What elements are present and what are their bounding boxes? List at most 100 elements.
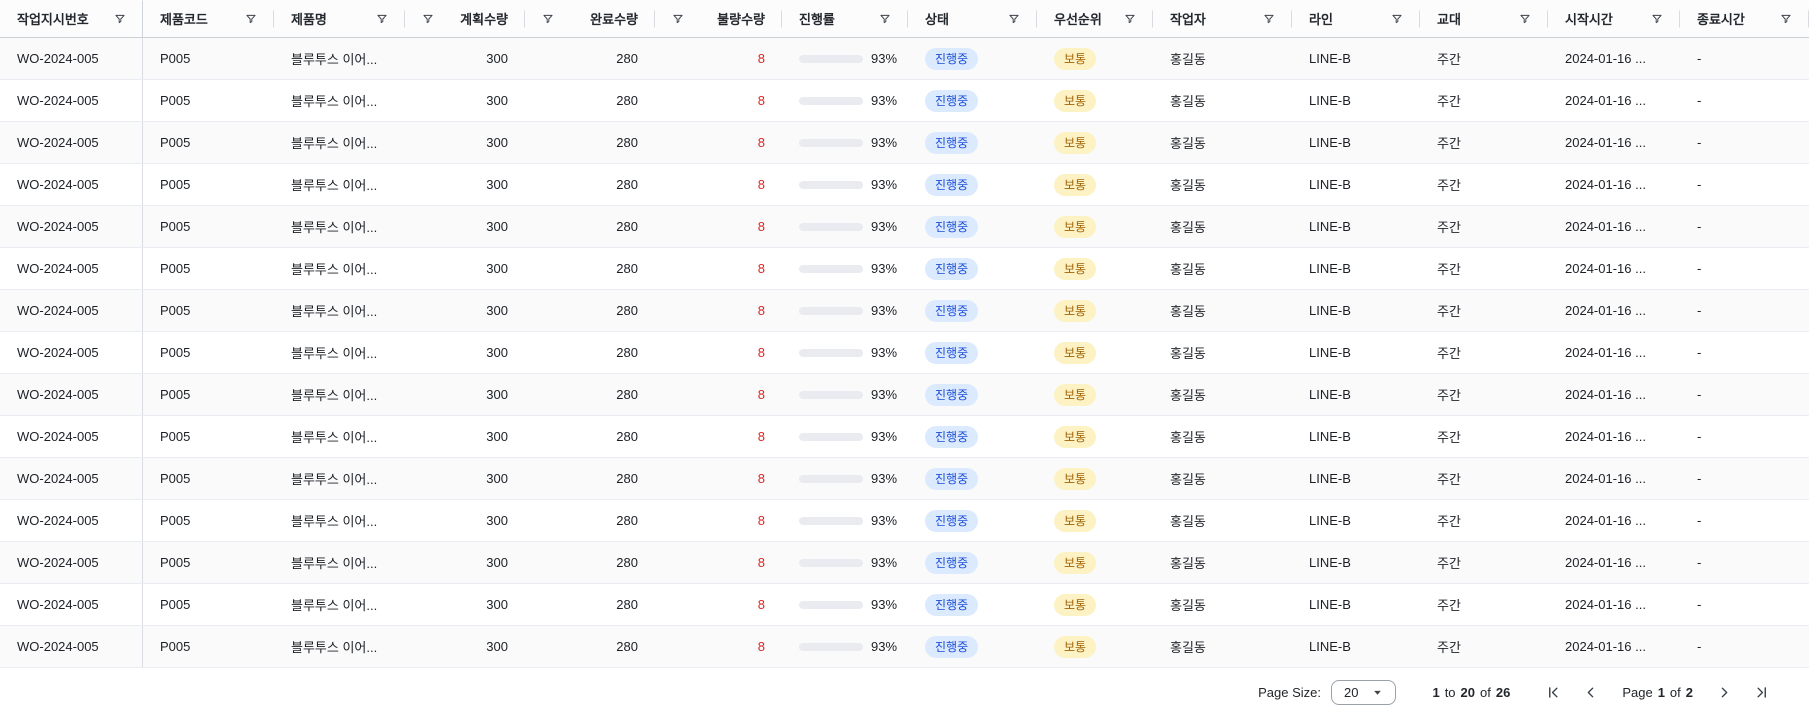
cell-value: 280 — [616, 51, 638, 66]
cell-start-time: 2024-01-16 ... — [1548, 500, 1680, 541]
cell-completed-qty: 280 — [525, 458, 655, 499]
table-row[interactable]: WO-2024-005 P005 블루투스 이어... 300 280 8 93% 진행중 보통… — [0, 416, 1809, 458]
cell-shift: 주간 — [1420, 206, 1548, 247]
cell-value: P005 — [160, 513, 191, 528]
cell-start-time: 2024-01-16 ... — [1548, 38, 1680, 79]
funnel-icon[interactable] — [376, 13, 388, 25]
cell-value: 300 — [486, 471, 508, 486]
cell-value: 주간 — [1437, 514, 1461, 529]
funnel-icon[interactable] — [114, 13, 126, 25]
cell-value: P005 — [160, 261, 191, 276]
table-row[interactable]: WO-2024-005 P005 블루투스 이어... 300 280 8 93% 진행중 보통… — [0, 248, 1809, 290]
page-size-select[interactable]: 20 — [1330, 679, 1397, 705]
cell-value: 주간 — [1437, 640, 1461, 655]
cell-value: 8 — [757, 513, 765, 528]
cell-line: LINE-B — [1292, 80, 1420, 121]
priority-badge: 보통 — [1054, 47, 1097, 70]
funnel-icon[interactable] — [1008, 13, 1020, 25]
progress-cell: 93% — [799, 261, 897, 276]
column-header-label: 완료수량 — [590, 12, 638, 27]
cell-value: 홍길동 — [1170, 640, 1206, 655]
cell-status: 진행중 — [908, 500, 1037, 541]
cell-worker: 홍길동 — [1153, 122, 1292, 163]
cell-value: 280 — [616, 303, 638, 318]
column-header-status[interactable]: 상태 — [908, 0, 1037, 37]
cell-value: WO-2024-005 — [17, 345, 99, 360]
last-page-button[interactable] — [1754, 685, 1769, 700]
table-row[interactable]: WO-2024-005 P005 블루투스 이어... 300 280 8 93% 진행중 보통… — [0, 122, 1809, 164]
column-header-end-time[interactable]: 종료시간 — [1680, 0, 1809, 37]
column-header-shift[interactable]: 교대 — [1420, 0, 1548, 37]
priority-badge: 보통 — [1054, 635, 1097, 658]
column-header-product-name[interactable]: 제품명 — [274, 0, 405, 37]
funnel-icon[interactable] — [879, 13, 891, 25]
cell-product-code: P005 — [143, 458, 274, 499]
cell-defect-qty: 8 — [655, 458, 782, 499]
cell-product-name: 블루투스 이어... — [274, 332, 405, 373]
cell-end-time: - — [1680, 38, 1809, 79]
next-page-button[interactable] — [1717, 685, 1732, 700]
cell-shift: 주간 — [1420, 542, 1548, 583]
table-row[interactable]: WO-2024-005 P005 블루투스 이어... 300 280 8 93% 진행중 보통… — [0, 290, 1809, 332]
funnel-icon[interactable] — [1391, 13, 1403, 25]
cell-value: 8 — [757, 93, 765, 108]
progress-cell: 93% — [799, 513, 897, 528]
funnel-icon[interactable] — [1519, 13, 1531, 25]
progress-bar — [799, 264, 863, 273]
first-page-button[interactable] — [1546, 685, 1561, 700]
funnel-icon[interactable] — [1651, 13, 1663, 25]
funnel-icon[interactable] — [672, 13, 684, 25]
table-row[interactable]: WO-2024-005 P005 블루투스 이어... 300 280 8 93% 진행중 보통… — [0, 206, 1809, 248]
progress-bar — [799, 516, 863, 525]
column-header-priority[interactable]: 우선순위 — [1037, 0, 1153, 37]
cell-planned-qty: 300 — [405, 164, 525, 205]
cell-product-name: 블루투스 이어... — [274, 374, 405, 415]
cell-value: P005 — [160, 429, 191, 444]
table-row[interactable]: WO-2024-005 P005 블루투스 이어... 300 280 8 93% 진행중 보통… — [0, 458, 1809, 500]
cell-value: WO-2024-005 — [17, 261, 99, 276]
cell-completed-qty: 280 — [525, 290, 655, 331]
cell-progress: 93% — [782, 164, 908, 205]
cell-line: LINE-B — [1292, 290, 1420, 331]
cell-completed-qty: 280 — [525, 206, 655, 247]
funnel-icon[interactable] — [1124, 13, 1136, 25]
cell-value: LINE-B — [1309, 51, 1351, 66]
column-header-progress[interactable]: 진행률 — [782, 0, 908, 37]
column-header-label: 작업지시번호 — [17, 12, 89, 27]
cell-value: 2024-01-16 ... — [1565, 51, 1646, 66]
table-row[interactable]: WO-2024-005 P005 블루투스 이어... 300 280 8 93% 진행중 보통… — [0, 584, 1809, 626]
table-row[interactable]: WO-2024-005 P005 블루투스 이어... 300 280 8 93% 진행중 보통… — [0, 332, 1809, 374]
column-header-defect-qty[interactable]: 불량수량 — [655, 0, 782, 37]
table-row[interactable]: WO-2024-005 P005 블루투스 이어... 300 280 8 93% 진행중 보통… — [0, 374, 1809, 416]
cell-shift: 주간 — [1420, 290, 1548, 331]
table-row[interactable]: WO-2024-005 P005 블루투스 이어... 300 280 8 93% 진행중 보통… — [0, 164, 1809, 206]
cell-start-time: 2024-01-16 ... — [1548, 584, 1680, 625]
column-header-completed-qty[interactable]: 완료수량 — [525, 0, 655, 37]
cell-value: 2024-01-16 ... — [1565, 219, 1646, 234]
table-row[interactable]: WO-2024-005 P005 블루투스 이어... 300 280 8 93% 진행중 보통… — [0, 626, 1809, 668]
column-header-line[interactable]: 라인 — [1292, 0, 1420, 37]
cell-value: - — [1697, 345, 1702, 360]
cell-value: 280 — [616, 177, 638, 192]
column-header-order-no[interactable]: 작업지시번호 — [0, 0, 143, 37]
status-badge: 진행중 — [925, 257, 979, 280]
cell-value: 280 — [616, 597, 638, 612]
cell-end-time: - — [1680, 626, 1809, 667]
cell-worker: 홍길동 — [1153, 164, 1292, 205]
column-header-start-time[interactable]: 시작시간 — [1548, 0, 1680, 37]
table-row[interactable]: WO-2024-005 P005 블루투스 이어... 300 280 8 93% 진행중 보통… — [0, 500, 1809, 542]
progress-bar — [799, 306, 863, 315]
column-header-worker[interactable]: 작업자 — [1153, 0, 1292, 37]
cell-start-time: 2024-01-16 ... — [1548, 332, 1680, 373]
funnel-icon[interactable] — [1780, 13, 1792, 25]
funnel-icon[interactable] — [422, 13, 434, 25]
column-header-planned-qty[interactable]: 계획수량 — [405, 0, 525, 37]
previous-page-button[interactable] — [1583, 685, 1598, 700]
funnel-icon[interactable] — [245, 13, 257, 25]
funnel-icon[interactable] — [1263, 13, 1275, 25]
table-row[interactable]: WO-2024-005 P005 블루투스 이어... 300 280 8 93% 진행중 보통… — [0, 542, 1809, 584]
table-row[interactable]: WO-2024-005 P005 블루투스 이어... 300 280 8 93% 진행중 보통… — [0, 80, 1809, 122]
table-row[interactable]: WO-2024-005 P005 블루투스 이어... 300 280 8 93% 진행중 보통… — [0, 38, 1809, 80]
column-header-product-code[interactable]: 제품코드 — [143, 0, 274, 37]
funnel-icon[interactable] — [542, 13, 554, 25]
